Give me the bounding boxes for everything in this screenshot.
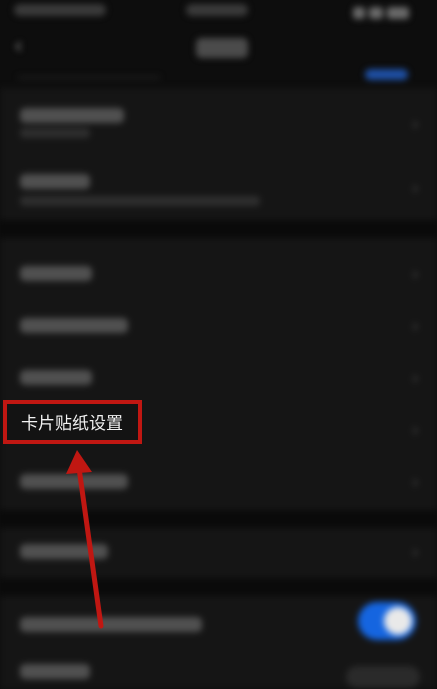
phone-screen: ‹ › › › › › › › › 卡片贴纸设置 <box>0 0 437 689</box>
arrow-shaft <box>76 465 104 629</box>
annotation-arrow <box>66 450 104 629</box>
arrow-head <box>66 450 92 474</box>
